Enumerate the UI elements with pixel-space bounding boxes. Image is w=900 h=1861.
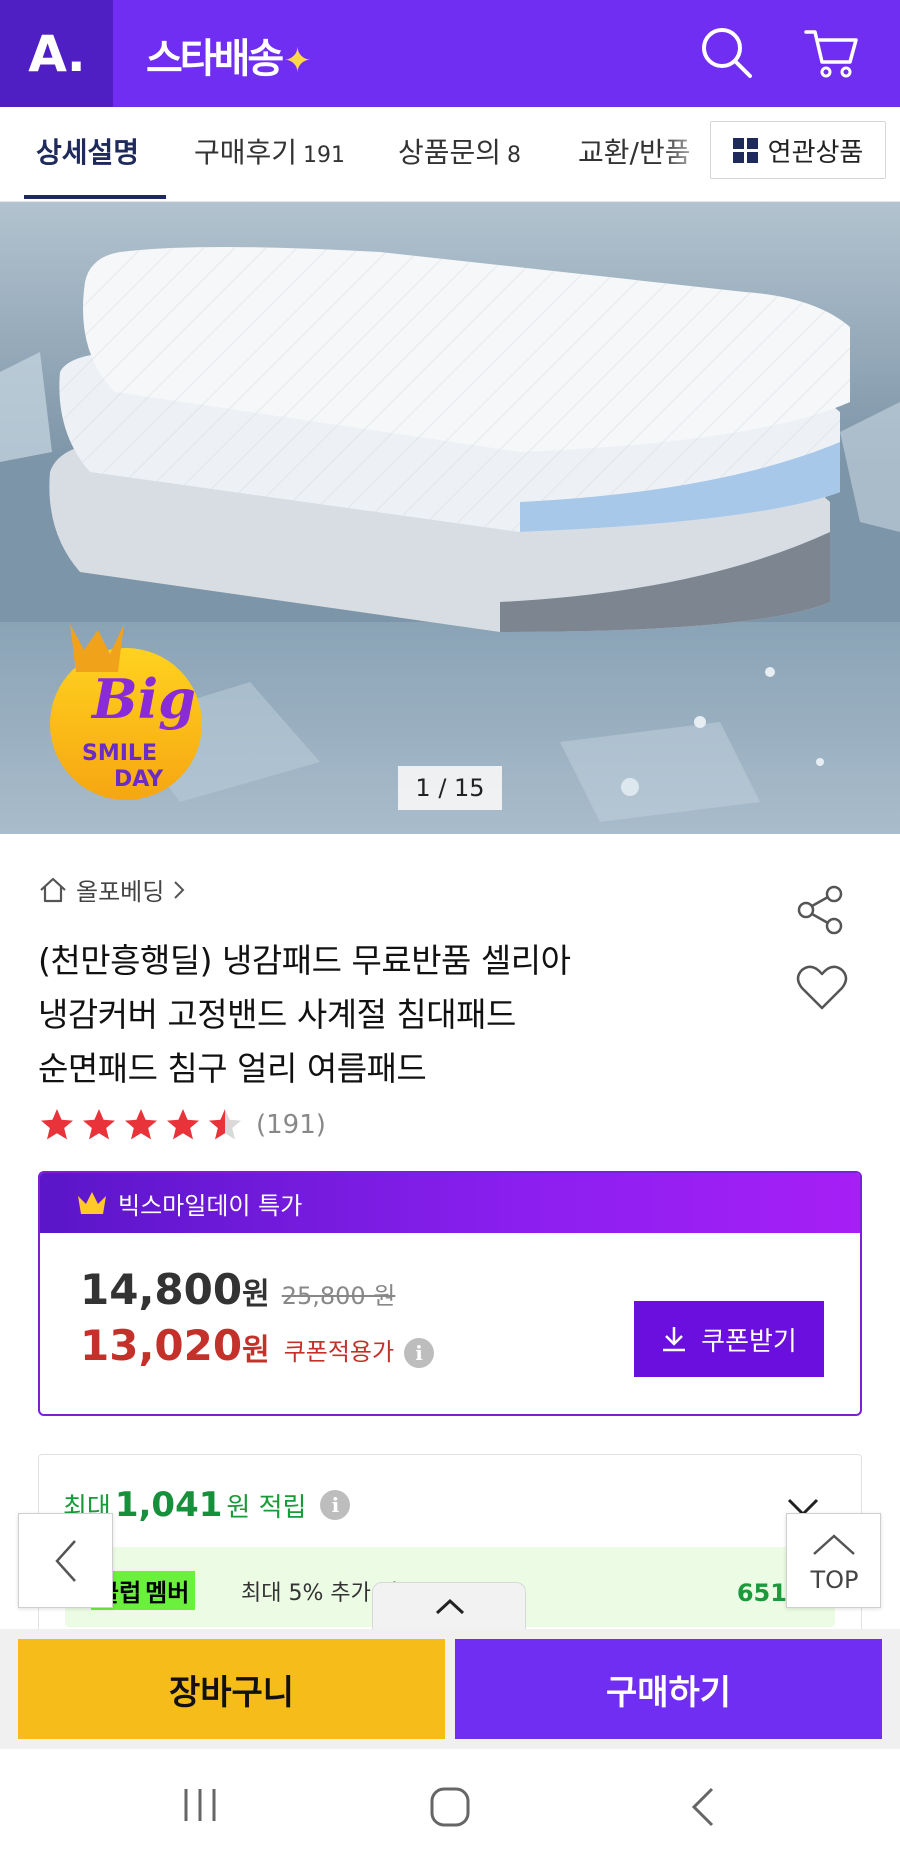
- tab-count: 191: [303, 143, 346, 168]
- tab-label: 상품문의: [398, 136, 502, 169]
- heart-icon[interactable]: [794, 962, 850, 1014]
- title-line: 순면패드 침구 얼리 여름패드: [38, 1049, 427, 1088]
- tab-description[interactable]: 상세설명: [36, 107, 139, 202]
- star-icon: [209, 1109, 241, 1140]
- home-icon: [40, 877, 66, 902]
- related-products-label: 연관상품: [767, 137, 864, 168]
- expand-panel-tab[interactable]: [372, 1582, 526, 1630]
- tab-label: 구매후기: [194, 136, 298, 169]
- product-rating[interactable]: (191): [38, 1106, 326, 1144]
- image-page-counter: 1 / 15: [398, 766, 502, 810]
- svg-text:SMILE: SMILE: [82, 741, 157, 766]
- star-icon: [167, 1109, 199, 1140]
- tab-inquiries[interactable]: 상품문의 8: [398, 107, 521, 202]
- home-button-icon[interactable]: [428, 1785, 472, 1829]
- active-tab-indicator: [24, 195, 166, 199]
- coupon-price-label: 쿠폰적용가: [283, 1338, 395, 1366]
- reward-suffix: 원 적립: [226, 1493, 307, 1523]
- chevron-left-icon: [55, 1540, 76, 1582]
- back-icon[interactable]: [686, 1785, 722, 1829]
- currency-unit: 원: [242, 1277, 270, 1312]
- top-label: TOP: [810, 1566, 859, 1594]
- download-icon: [663, 1327, 686, 1352]
- tab-label: 상세설명: [36, 136, 140, 169]
- coupon-price: 13,020: [80, 1321, 243, 1370]
- reward-amount: 1,041: [114, 1485, 223, 1525]
- search-icon[interactable]: [696, 22, 758, 84]
- coupon-price-row: 13,020 원 쿠폰적용가 i: [80, 1321, 435, 1370]
- grid-icon: [732, 137, 758, 163]
- rating-stars: [38, 1106, 244, 1144]
- currency-unit: 원: [242, 1333, 270, 1368]
- buy-now-button[interactable]: 구매하기: [455, 1639, 882, 1739]
- member-badge-label: 멤버: [145, 1579, 190, 1607]
- promo-label: 빅스마일데이 특가: [118, 1191, 303, 1220]
- star-icon: [125, 1109, 157, 1140]
- chevron-up-icon: [435, 1598, 465, 1615]
- sparkle-icon: ✦: [283, 41, 311, 81]
- info-icon[interactable]: i: [320, 1490, 351, 1520]
- system-navigation-bar: [0, 1749, 900, 1861]
- brand-text: 스타배송: [146, 36, 284, 82]
- info-icon[interactable]: i: [404, 1338, 435, 1368]
- crown-icon: [78, 1192, 106, 1214]
- seller-link[interactable]: 올포베딩: [38, 872, 186, 907]
- title-line: 냉감커버 고정밴드 사계절 침대패드: [38, 995, 516, 1034]
- tab-scroll-fade: [662, 107, 712, 201]
- add-to-cart-button[interactable]: 장바구니: [18, 1639, 445, 1739]
- review-count: (191): [256, 1110, 326, 1140]
- cooling-pad-photo: Big SMILE DAY: [0, 202, 900, 834]
- star-icon: [41, 1109, 73, 1140]
- download-coupon-button[interactable]: 쿠폰받기: [634, 1301, 824, 1377]
- coupon-button-label: 쿠폰받기: [701, 1326, 797, 1357]
- share-icon[interactable]: [792, 882, 848, 938]
- seller-name: 올포베딩: [76, 878, 165, 906]
- related-products-button[interactable]: 연관상품: [710, 121, 886, 179]
- product-image-carousel[interactable]: Big SMILE DAY 1 / 15: [0, 202, 900, 834]
- product-title: (천만흥행딜) 냉감패드 무료반품 셀리아 냉감커버 고정밴드 사계절 침대패드…: [38, 934, 678, 1096]
- sale-price-row: 14,800 원 25,800 원: [80, 1265, 395, 1314]
- price-box: 빅스마일데이 특가 14,800 원 25,800 원 13,020 원 쿠폰적…: [38, 1171, 862, 1416]
- promo-header: 빅스마일데이 특가: [40, 1173, 860, 1233]
- title-line: (천만흥행딜) 냉감패드 무료반품 셀리아: [38, 941, 571, 980]
- chevron-right-icon: [174, 880, 185, 899]
- scroll-top-button[interactable]: TOP: [786, 1513, 881, 1608]
- svg-text:DAY: DAY: [114, 767, 164, 792]
- recent-apps-icon[interactable]: [178, 1785, 222, 1825]
- tab-reviews[interactable]: 구매후기 191: [194, 107, 345, 202]
- star-icon: [83, 1109, 115, 1140]
- chevron-up-icon: [813, 1534, 855, 1555]
- original-price: 25,800 원: [281, 1282, 396, 1310]
- star-delivery-brand: 스타배송✦: [146, 26, 312, 84]
- svg-text:Big: Big: [90, 667, 196, 731]
- home-logo[interactable]: A.: [0, 0, 113, 107]
- sale-price: 14,800: [80, 1265, 243, 1314]
- top-header: A. 스타배송✦: [0, 0, 900, 107]
- purchase-action-bar: 장바구니 구매하기: [0, 1629, 900, 1749]
- cart-icon[interactable]: [800, 22, 862, 84]
- tab-count: 8: [507, 143, 522, 168]
- back-float-button[interactable]: [18, 1513, 113, 1608]
